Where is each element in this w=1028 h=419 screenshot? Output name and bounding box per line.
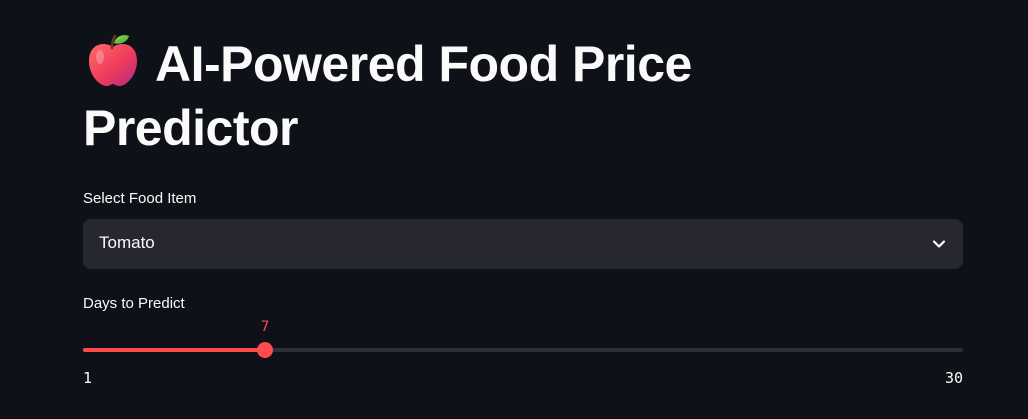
page-title-text: AI-Powered Food Price Predictor <box>83 36 692 156</box>
days-slider-track[interactable] <box>83 348 963 352</box>
days-slider-label: Days to Predict <box>83 295 185 312</box>
chevron-down-icon[interactable] <box>931 236 947 252</box>
slider-max-label: 30 <box>944 369 963 387</box>
page-title: AI-Powered Food Price Predictor <box>83 32 803 160</box>
red-apple-icon <box>83 33 143 87</box>
food-select[interactable]: Tomato <box>83 219 963 269</box>
food-select-label: Select Food Item <box>83 190 197 207</box>
days-slider-fill <box>83 348 266 352</box>
days-slider-thumb[interactable] <box>257 342 274 358</box>
slider-min-label: 1 <box>83 369 93 387</box>
food-select-value: Tomato <box>99 233 155 252</box>
slider-current-value: 7 <box>260 319 270 335</box>
